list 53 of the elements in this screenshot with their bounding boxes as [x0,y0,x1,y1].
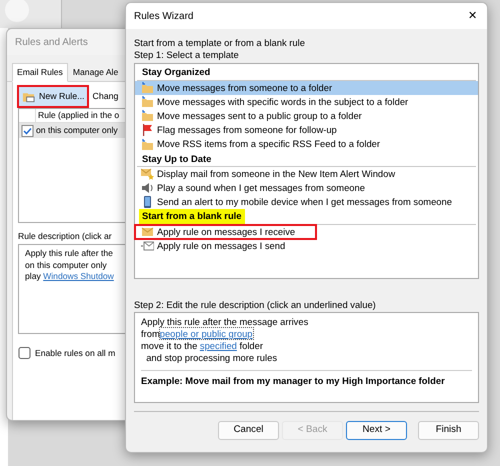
template-item[interactable]: Move messages sent to a public group to a folder [135,109,478,124]
description-line: move it to the specified folder [141,340,264,352]
intro-text: Start from a template or from a blank rule [134,37,306,50]
template-item[interactable]: Send an alert to my mobile device when I get messages from someone [135,195,478,210]
tab[interactable]: Manage Ale [68,63,124,82]
speaker-icon [141,182,154,194]
description-line: play Windows Shutdow [25,270,115,282]
window-title: Rules and Alerts [15,36,88,48]
checkbox [18,347,31,360]
checkbox [21,124,34,137]
envelope-star-icon [141,168,154,180]
description-line: Apply this rule after the [25,248,114,260]
section-label: Rule description (click ar [18,231,113,242]
step-label: Step 2: Edit the rule description (click an underlined value) [134,299,377,312]
close-button[interactable]: ✕ [466,8,479,24]
toolbar-button[interactable]: Chang [92,86,118,108]
example-text: Example: Move mail from my manager to my High Importance folder [141,374,446,387]
folder-icon [141,82,154,94]
envelope-icon [141,226,154,238]
template-item[interactable]: Apply rule on messages I send [135,238,478,253]
folder-icon [141,96,154,108]
dialog-button[interactable]: Finish [418,420,479,440]
template-item[interactable]: Display mail from someone in the New Item Alert Window [135,166,478,181]
template-item[interactable]: Move RSS items from a specific RSS Feed to a folder [135,137,478,152]
envelope-send-icon [141,240,154,252]
dialog-button[interactable]: Cancel [218,420,279,440]
template-item[interactable]: Flag messages from someone for follow-up [135,123,478,138]
phone-icon [141,196,154,208]
toolbar-button[interactable]: New Rule... [18,86,88,108]
checkbox-label[interactable]: Enable rules on all m [18,347,133,360]
rule-icon [22,90,35,103]
template-item[interactable]: Play a sound when I get messages from someone [135,181,478,196]
description-line: frompeople or public group [141,328,254,340]
window-title: Rules Wizard [134,10,194,22]
folder-icon [141,110,154,122]
group-heading: Stay Organized [141,65,212,80]
template-item[interactable]: Move messages with specific words in the subject to a folder [135,94,478,110]
dialog-button[interactable]: Next > [346,420,407,440]
step-label: Step 1: Select a template [134,49,240,62]
tab[interactable]: Email Rules [12,63,68,82]
link[interactable]: Windows Shutdow [43,270,114,281]
description-line: and stop processing more rules [145,352,278,365]
link[interactable]: specified [200,340,237,352]
column-header: Rule (applied in the o [37,109,120,122]
group-heading: Stay Up to Date [141,152,212,166]
description-line: Apply this rule after the message arrives [141,316,310,328]
description-line: on this computer only [25,260,108,271]
group-heading: Start from a blank rule [139,209,245,224]
template-item[interactable]: Move messages from someone to a folder [135,80,478,95]
template-item[interactable]: Apply rule on messages I receive [135,224,316,239]
flag-icon [141,124,154,136]
folder-icon [141,138,154,150]
link[interactable]: people or public group [160,328,253,339]
